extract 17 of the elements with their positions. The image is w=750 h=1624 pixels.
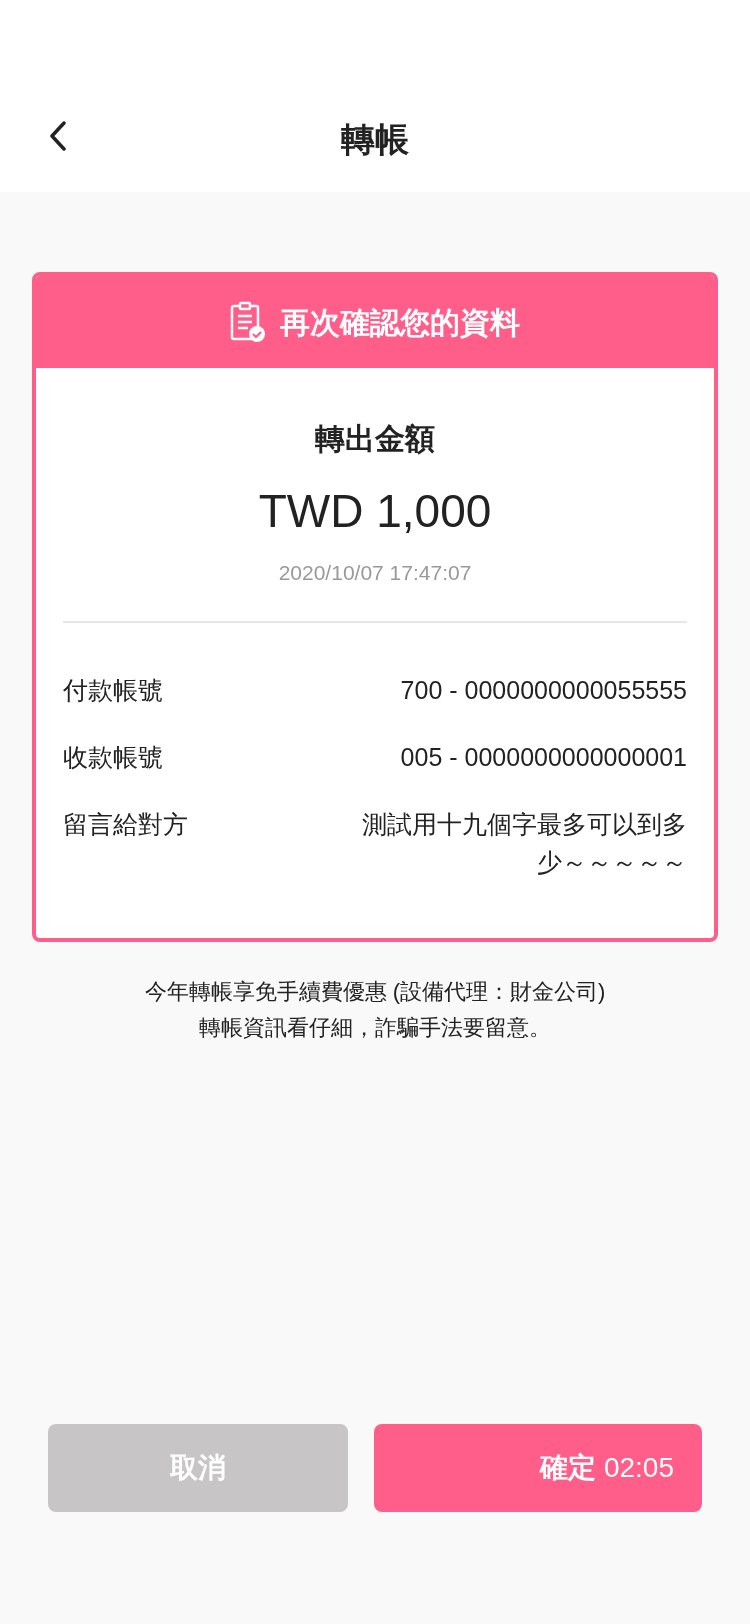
amount-label: 轉出金額 [315, 424, 435, 454]
cancel-button[interactable]: 取消 [48, 1424, 348, 1512]
row-label: 收款帳號 [63, 741, 163, 773]
row-label: 留言給對方 [63, 808, 188, 840]
confirm-button[interactable]: 確定 02:05 [374, 1424, 702, 1512]
page-title: 轉帳 [341, 122, 409, 156]
amount-value: TWD 1,000 [258, 488, 492, 534]
notice-text: 今年轉帳享免手續費優惠 (設備代理：財金公司) [144, 978, 606, 1006]
row-value: 700 - 0000000000055555 [400, 675, 687, 706]
banner-title: 再次確認您的資料 [280, 304, 520, 341]
notice-text: 轉帳資訊看仔細，詐騙手法要留意。 [199, 1014, 551, 1042]
timestamp: 2020/10/07 17:47:07 [278, 562, 472, 583]
back-icon [49, 121, 67, 151]
row-value: 測試用十九個字最多可以到多少～～～～～ [361, 808, 687, 879]
clipboard-check-icon [230, 301, 266, 343]
row-label: 付款帳號 [63, 675, 163, 706]
row-value: 005 - 0000000000000001 [400, 741, 687, 773]
